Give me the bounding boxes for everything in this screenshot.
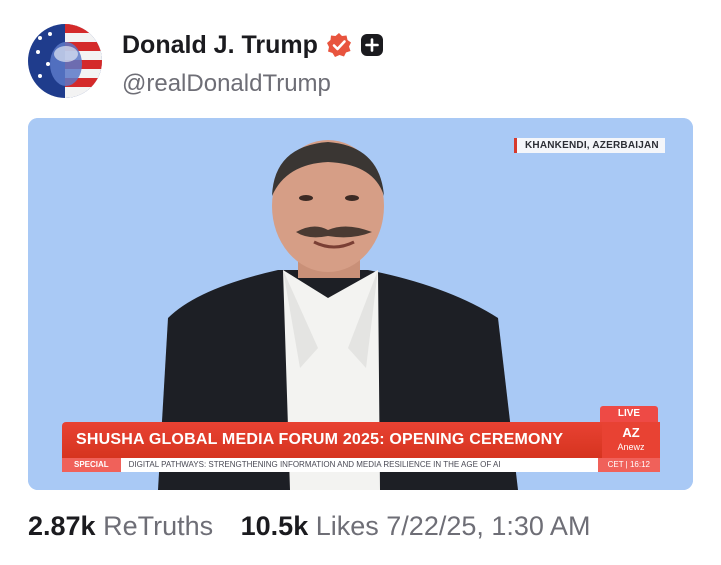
ticker-time: CET | 16:12: [597, 458, 660, 472]
live-badge: LIVE: [600, 406, 658, 422]
ticker-text: DIGITAL PATHWAYS: STRENGTHENING INFORMAT…: [128, 460, 501, 469]
verified-badge-icon: [326, 33, 351, 57]
location-tag: KHANKENDI, AZERBAIJAN: [514, 138, 665, 153]
display-name[interactable]: Donald J. Trump: [122, 31, 318, 60]
headline-banner: SHUSHA GLOBAL MEDIA FORUM 2025: OPENING …: [62, 422, 602, 458]
handle[interactable]: @realDonaldTrump: [122, 70, 331, 98]
retruths-label[interactable]: ReTruths: [103, 511, 213, 541]
plus-square-icon[interactable]: [360, 33, 384, 57]
news-ticker: SPECIAL DIGITAL PATHWAYS: STRENGTHENING …: [62, 458, 660, 472]
logo-mark: AZ: [622, 425, 640, 440]
author-name-row: Donald J. Trump: [122, 28, 384, 62]
post-stats: 2.87k ReTruths 10.5k Likes 7/22/25, 1:30…: [28, 511, 590, 542]
post-timestamp: 7/22/25, 1:30 AM: [386, 511, 591, 541]
ticker-label: SPECIAL: [62, 458, 121, 472]
logo-text: Anewz: [617, 442, 645, 452]
avatar-flag-portrait-image: [28, 24, 102, 98]
anewz-logo: AZ Anewz: [602, 422, 660, 458]
video-media[interactable]: KHANKENDI, AZERBAIJAN LIVE SHUSHA GLOBAL…: [28, 118, 693, 490]
avatar[interactable]: [28, 24, 102, 98]
likes-count[interactable]: 10.5k: [241, 511, 309, 541]
likes-label[interactable]: Likes: [316, 511, 379, 541]
retruths-count[interactable]: 2.87k: [28, 511, 96, 541]
